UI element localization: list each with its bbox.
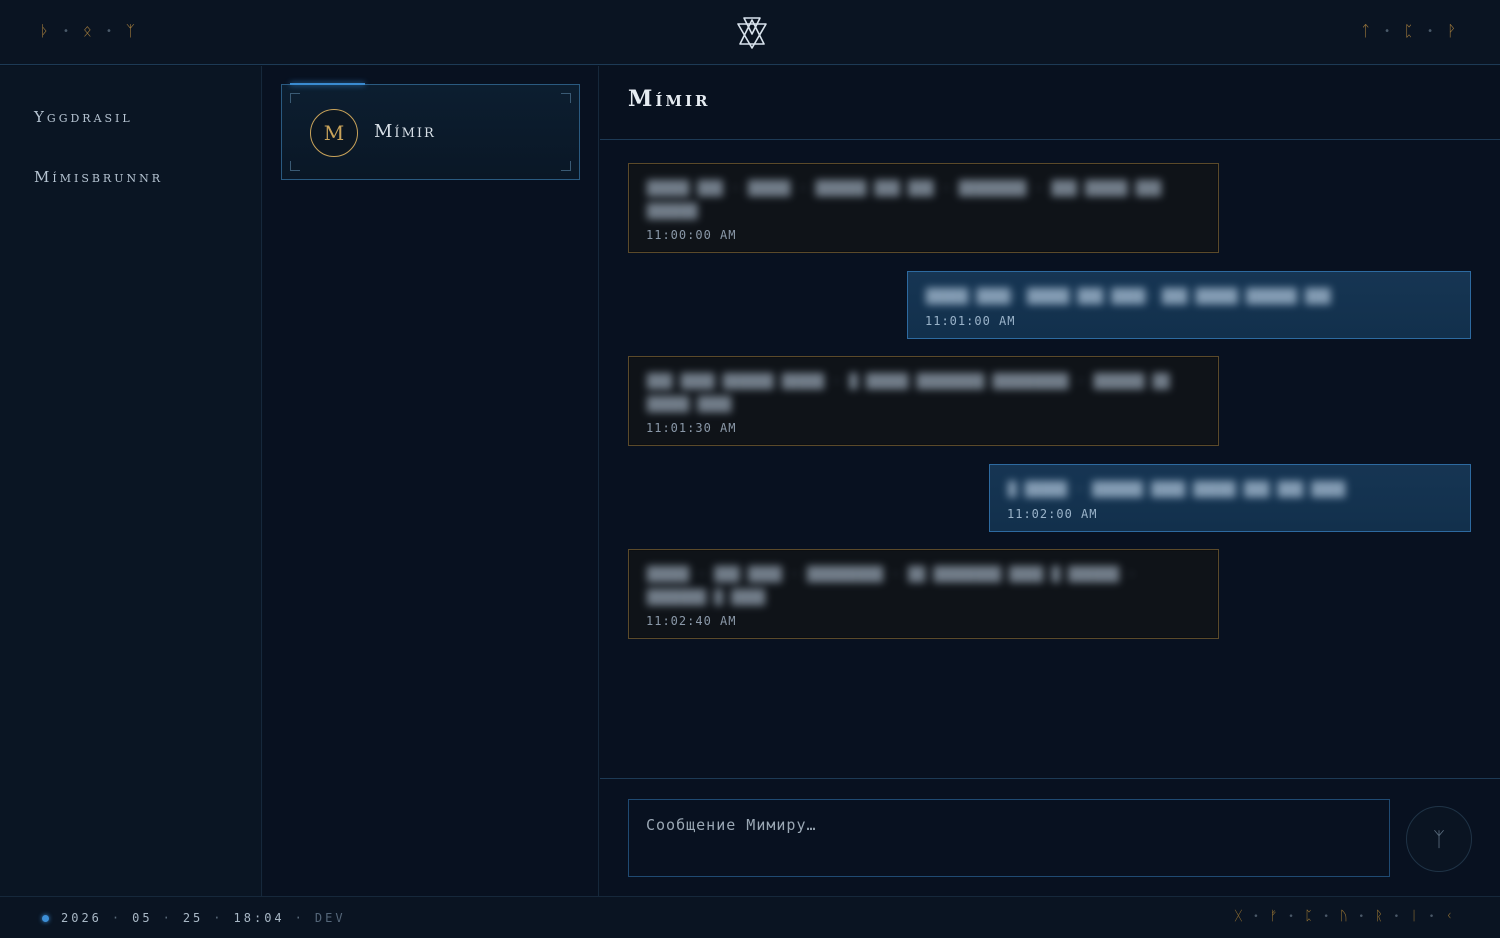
status-day: 25 (182, 911, 204, 925)
dot-separator: • (63, 25, 71, 37)
send-button[interactable]: ᛉ (1406, 806, 1472, 872)
rune-strip-right: ᛏ • ᛈ • ᚹ (1361, 22, 1458, 40)
rune-glyph: ᚢ (1339, 909, 1349, 924)
algiz-rune-icon: ᛉ (1433, 827, 1445, 851)
rune-strip-left: ᚦ • ᛟ • ᛉ (40, 22, 137, 40)
corner-ornament (561, 161, 571, 171)
dot-separator: • (1384, 25, 1393, 37)
message-incoming: ███ ████ ██████ █████ · █ █████ ████████… (628, 356, 1219, 446)
rune-glyph: ᛈ (1304, 909, 1314, 924)
sidebar-item-mimisbrunnr[interactable]: Mímisbrunnr (34, 168, 163, 186)
corner-ornament (561, 93, 571, 103)
selected-indicator (290, 83, 365, 85)
message-timestamp: 11:01:30 AM (646, 421, 737, 435)
dot-separator: • (1358, 911, 1365, 922)
corner-ornament (290, 161, 300, 171)
message-timestamp: 11:02:40 AM (646, 614, 737, 628)
rune-glyph: ᚷ (1234, 909, 1244, 924)
message-outgoing: █████ ████· █████ ███ ████· ███ █████ ██… (907, 271, 1471, 339)
sidebar-item-yggdrasil[interactable]: Yggdrasil (34, 108, 133, 126)
message-text: █████ · ███ ████ · █████████ · ██ ██████… (647, 567, 1136, 606)
environment-label: DEV (314, 911, 346, 925)
contact-name: Mímir (374, 121, 436, 142)
dot-separator: • (1428, 911, 1436, 922)
contact-list: M Mímir (263, 66, 599, 896)
dot-separator: · (111, 911, 123, 925)
rune-glyph: ᛈ (1404, 22, 1416, 40)
corner-ornament (290, 93, 300, 103)
status-indicator (42, 915, 49, 922)
status-datetime: 2026 · 05 · 25 · 18:04 · DEV (61, 911, 346, 925)
message-incoming: █████ ███ · █████ · ██████ ███ ███ · ███… (628, 163, 1219, 253)
dot-separator: · (213, 911, 224, 925)
valknut-icon[interactable] (735, 14, 769, 50)
dot-separator: • (1323, 911, 1330, 922)
sidebar-nav: Yggdrasil Mímisbrunnr (0, 66, 262, 896)
dot-separator: · (162, 911, 173, 925)
rune-glyph: ᚲ (1445, 909, 1454, 924)
chat-header: Mímir (600, 66, 1500, 140)
message-text: █████ ████· █████ ███ ████· ███ █████ ██… (926, 289, 1331, 305)
rune-strip-status: ᚷ • ᚠ • ᛈ • ᚢ • ᚱ • ᛁ • ᚲ (1234, 909, 1454, 924)
message-text: ███ ████ ██████ █████ · █ █████ ████████… (647, 374, 1170, 413)
message-composer: ᛉ (600, 778, 1500, 896)
rune-glyph: ᛉ (125, 22, 137, 40)
message-timestamp: 11:01:00 AM (925, 314, 1016, 328)
message-outgoing: █ █████ · ██████ ████ █████ ███ ███ ████… (989, 464, 1471, 532)
dot-separator: • (1393, 911, 1401, 922)
message-incoming: █████ · ███ ████ · █████████ · ██ ██████… (628, 549, 1219, 639)
chat-panel: Mímir █████ ███ · █████ · ██████ ███ ███… (600, 66, 1500, 896)
message-timestamp: 11:00:00 AM (646, 228, 737, 242)
rune-glyph: ᚦ (40, 22, 52, 40)
status-month: 05 (132, 911, 153, 925)
rune-glyph: ᚠ (1269, 909, 1279, 924)
dot-separator: · (294, 911, 305, 925)
rune-glyph: ᚹ (1446, 22, 1458, 40)
rune-glyph: ᛟ (82, 22, 94, 40)
message-timestamp: 11:02:00 AM (1007, 507, 1098, 521)
status-year: 2026 (61, 911, 102, 925)
rune-glyph: ᛏ (1361, 22, 1373, 40)
message-input[interactable] (628, 799, 1390, 877)
dot-separator: • (105, 25, 114, 37)
contact-card-mimir[interactable]: M Mímir (281, 83, 580, 180)
status-time: 18:04 (233, 911, 285, 925)
rune-glyph: ᚱ (1374, 909, 1384, 924)
chat-title: Mímir (628, 86, 711, 112)
avatar: M (310, 109, 358, 157)
status-bar: 2026 · 05 · 25 · 18:04 · DEV ᚷ • ᚠ • ᛈ •… (0, 896, 1500, 938)
dot-separator: • (1253, 911, 1260, 922)
rune-glyph: ᛁ (1410, 909, 1419, 924)
message-text: █ █████ · ██████ ████ █████ ███ ███ ████ (1008, 482, 1346, 498)
dot-separator: • (1427, 25, 1435, 37)
dot-separator: • (1288, 911, 1295, 922)
top-bar: ᚦ • ᛟ • ᛉ ᛏ • ᛈ • ᚹ (0, 0, 1500, 65)
message-text: █████ ███ · █████ · ██████ ███ ███ · ███… (647, 181, 1162, 220)
